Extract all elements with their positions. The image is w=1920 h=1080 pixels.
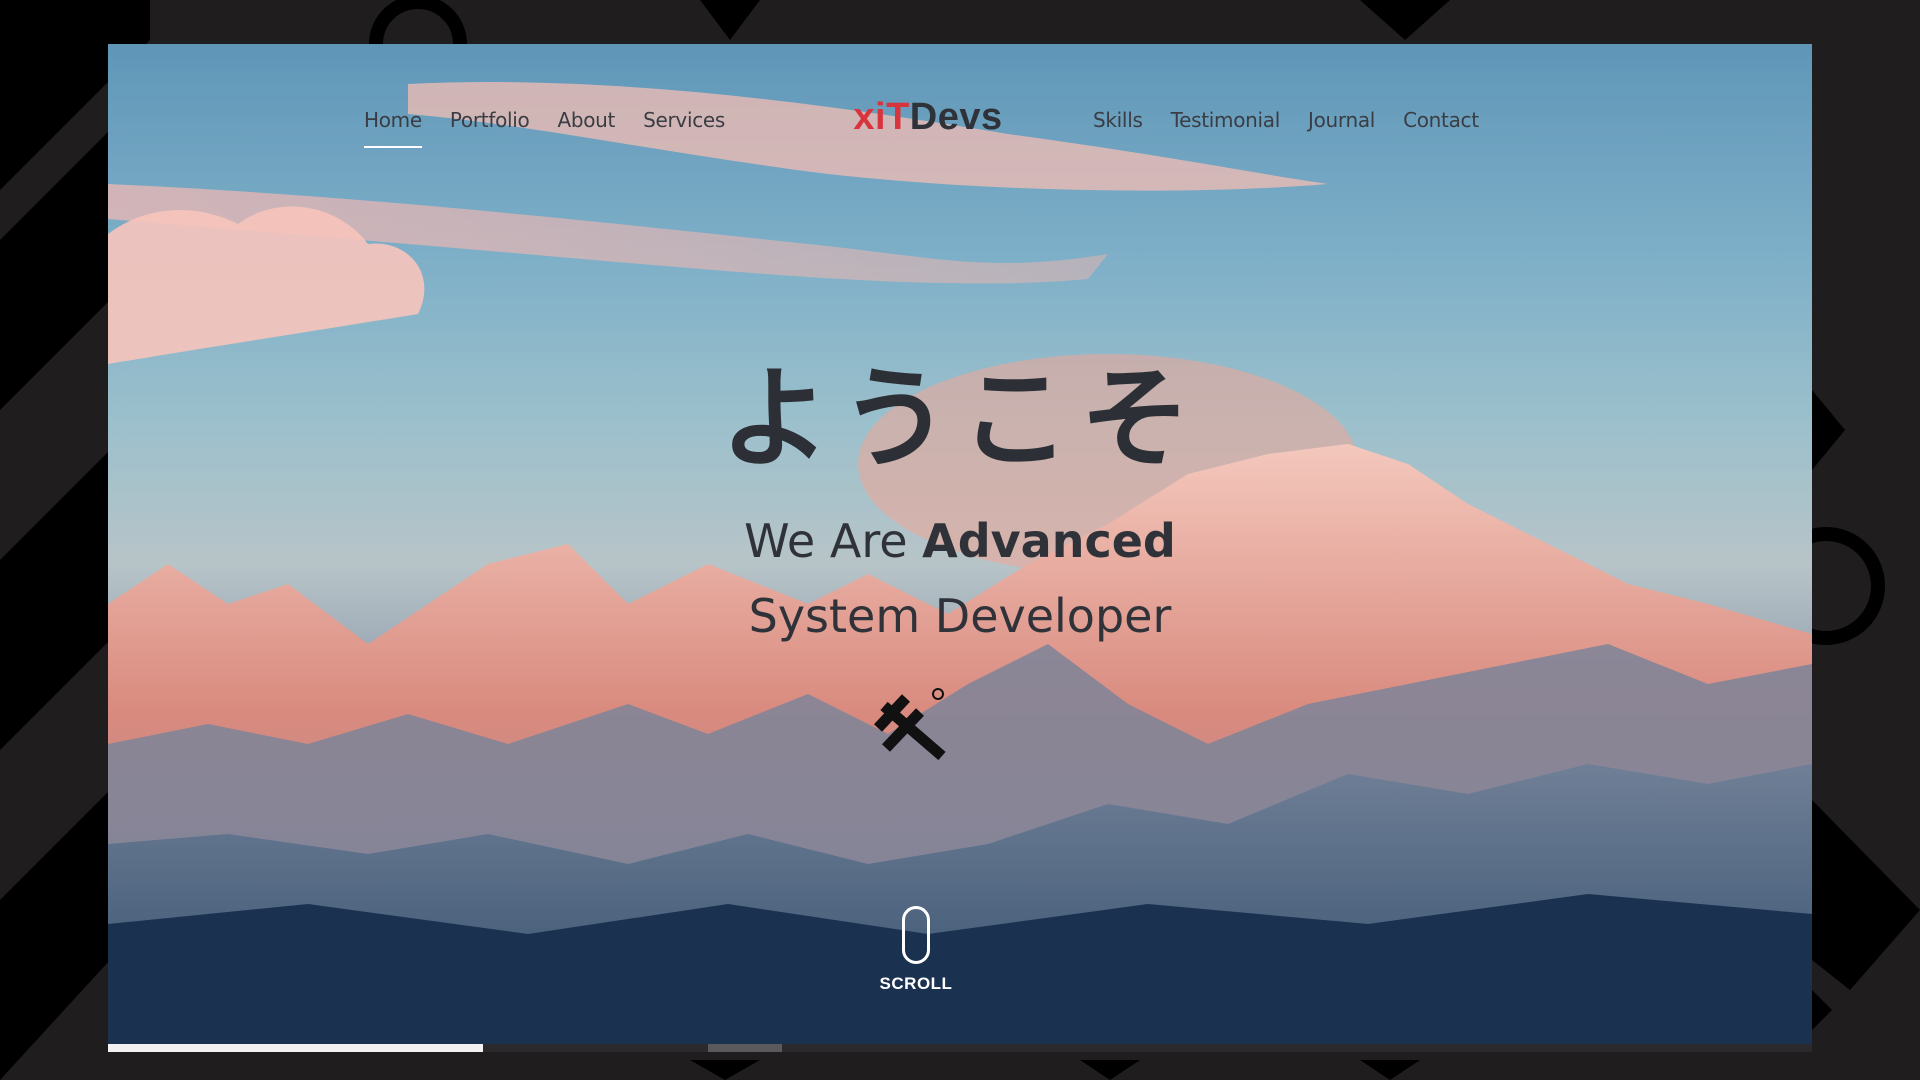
nav-item-about[interactable]: About (557, 108, 615, 132)
tagline-prefix: We Are (744, 514, 923, 568)
scroll-indicator[interactable]: SCROLL (856, 906, 976, 994)
progress-fill (108, 1044, 483, 1052)
nav-item-skills[interactable]: Skills (1093, 108, 1143, 132)
logo-part-accent: xiT (853, 96, 910, 138)
mouse-scroll-icon (902, 906, 930, 964)
nav-item-portfolio[interactable]: Portfolio (450, 108, 530, 132)
nav-left: Home Portfolio About Services (364, 108, 725, 148)
welcome-heading: ようこそ (720, 355, 1200, 483)
site-logo[interactable]: xiTDevs (838, 96, 1018, 139)
hero-section: Home Portfolio About Services xiTDevs Sk… (108, 44, 1812, 1044)
tagline-line-1: We Are Advanced (560, 514, 1360, 568)
nav-item-services[interactable]: Services (643, 108, 725, 132)
tagline-emphasis: Advanced (922, 514, 1176, 568)
nav-item-home[interactable]: Home (364, 108, 422, 148)
nav-item-contact[interactable]: Contact (1403, 108, 1479, 132)
logo-part-main: Devs (909, 96, 1003, 138)
tagline-line-2: System Developer (748, 589, 1172, 643)
nav-item-testimonial[interactable]: Testimonial (1171, 108, 1281, 132)
brand-cross-mark-icon (872, 684, 956, 768)
progress-marker (708, 1044, 782, 1052)
page-progress-bar (108, 1044, 1812, 1052)
nav-item-journal[interactable]: Journal (1308, 108, 1375, 132)
scroll-label: SCROLL (879, 974, 953, 993)
nav-right: Skills Testimonial Journal Contact (1093, 108, 1479, 132)
